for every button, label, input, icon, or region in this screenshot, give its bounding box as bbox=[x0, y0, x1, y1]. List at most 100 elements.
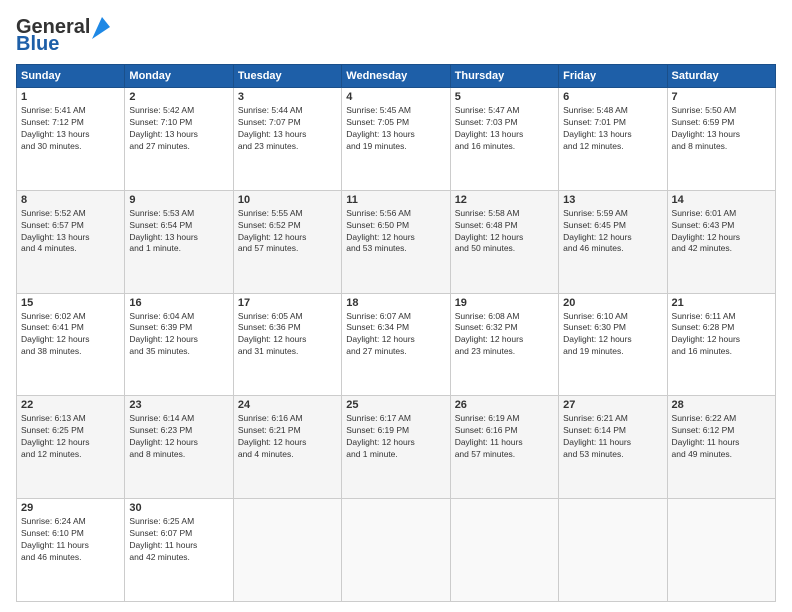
calendar-cell: 30Sunrise: 6:25 AMSunset: 6:07 PMDayligh… bbox=[125, 499, 233, 602]
cell-content: Sunrise: 5:52 AMSunset: 6:57 PMDaylight:… bbox=[21, 208, 120, 256]
cell-content: Sunrise: 5:42 AMSunset: 7:10 PMDaylight:… bbox=[129, 105, 228, 153]
cell-content: Sunrise: 6:21 AMSunset: 6:14 PMDaylight:… bbox=[563, 413, 662, 461]
calendar-table: SundayMondayTuesdayWednesdayThursdayFrid… bbox=[16, 64, 776, 602]
day-number: 11 bbox=[346, 194, 445, 206]
cell-content: Sunrise: 5:50 AMSunset: 6:59 PMDaylight:… bbox=[672, 105, 771, 153]
day-number: 6 bbox=[563, 91, 662, 103]
calendar-cell: 26 Sunrise: 6:19 AMSunset: 6:16 PMDayligh… bbox=[450, 396, 558, 499]
day-number: 13 bbox=[563, 194, 662, 206]
day-number: 23 bbox=[129, 399, 228, 411]
day-of-week-header: Tuesday bbox=[233, 65, 341, 88]
day-number: 22 bbox=[21, 399, 120, 411]
calendar-cell: 13 Sunrise: 5:59 AMSunset: 6:45 PMDayligh… bbox=[559, 190, 667, 293]
day-number: 2 bbox=[129, 91, 228, 103]
cell-content: Sunrise: 6:19 AMSunset: 6:16 PMDaylight:… bbox=[455, 413, 554, 461]
cell-content: Sunrise: 6:11 AMSunset: 6:28 PMDaylight:… bbox=[672, 311, 771, 359]
cell-content: Sunrise: 6:01 AMSunset: 6:43 PMDaylight:… bbox=[672, 208, 771, 256]
day-number: 25 bbox=[346, 399, 445, 411]
calendar-cell: 29 Sunrise: 6:24 AMSunset: 6:10 PMDayligh… bbox=[17, 499, 125, 602]
calendar-page: General Blue SundayMondayTuesdayWednesda… bbox=[0, 0, 792, 612]
calendar-cell bbox=[559, 499, 667, 602]
day-number: 8 bbox=[21, 194, 120, 206]
cell-content: Sunrise: 6:05 AMSunset: 6:36 PMDaylight:… bbox=[238, 311, 337, 359]
cell-content: Sunrise: 6:13 AMSunset: 6:25 PMDaylight:… bbox=[21, 413, 120, 461]
cell-content: Sunrise: 5:59 AMSunset: 6:45 PMDaylight:… bbox=[563, 208, 662, 256]
cell-content: Sunrise: 6:07 AMSunset: 6:34 PMDaylight:… bbox=[346, 311, 445, 359]
calendar-cell: 24Sunrise: 6:16 AMSunset: 6:21 PMDayligh… bbox=[233, 396, 341, 499]
calendar-cell bbox=[450, 499, 558, 602]
calendar-cell bbox=[342, 499, 450, 602]
day-number: 5 bbox=[455, 91, 554, 103]
calendar-week-row: 1 Sunrise: 5:41 AMSunset: 7:12 PMDaylight… bbox=[17, 88, 776, 191]
calendar-cell: 16Sunrise: 6:04 AMSunset: 6:39 PMDayligh… bbox=[125, 293, 233, 396]
cell-content: Sunrise: 5:41 AMSunset: 7:12 PMDaylight:… bbox=[21, 105, 120, 153]
calendar-cell: 7 Sunrise: 5:50 AMSunset: 6:59 PMDaylight… bbox=[667, 88, 775, 191]
cell-content: Sunrise: 6:24 AMSunset: 6:10 PMDaylight:… bbox=[21, 516, 120, 564]
logo-blue-text: Blue bbox=[16, 33, 59, 56]
day-of-week-header: Friday bbox=[559, 65, 667, 88]
calendar-cell: 5Sunrise: 5:47 AMSunset: 7:03 PMDaylight… bbox=[450, 88, 558, 191]
day-number: 29 bbox=[21, 502, 120, 514]
day-number: 20 bbox=[563, 297, 662, 309]
day-of-week-header: Monday bbox=[125, 65, 233, 88]
day-number: 10 bbox=[238, 194, 337, 206]
cell-content: Sunrise: 6:22 AMSunset: 6:12 PMDaylight:… bbox=[672, 413, 771, 461]
cell-content: Sunrise: 5:45 AMSunset: 7:05 PMDaylight:… bbox=[346, 105, 445, 153]
cell-content: Sunrise: 6:04 AMSunset: 6:39 PMDaylight:… bbox=[129, 311, 228, 359]
cell-content: Sunrise: 6:02 AMSunset: 6:41 PMDaylight:… bbox=[21, 311, 120, 359]
calendar-cell: 23 Sunrise: 6:14 AMSunset: 6:23 PMDayligh… bbox=[125, 396, 233, 499]
calendar-cell: 28Sunrise: 6:22 AMSunset: 6:12 PMDayligh… bbox=[667, 396, 775, 499]
calendar-cell: 12Sunrise: 5:58 AMSunset: 6:48 PMDayligh… bbox=[450, 190, 558, 293]
calendar-cell: 11 Sunrise: 5:56 AMSunset: 6:50 PMDayligh… bbox=[342, 190, 450, 293]
day-number: 27 bbox=[563, 399, 662, 411]
calendar-cell: 3 Sunrise: 5:44 AMSunset: 7:07 PMDaylight… bbox=[233, 88, 341, 191]
calendar-cell: 14 Sunrise: 6:01 AMSunset: 6:43 PMDayligh… bbox=[667, 190, 775, 293]
calendar-cell: 21 Sunrise: 6:11 AMSunset: 6:28 PMDayligh… bbox=[667, 293, 775, 396]
day-number: 21 bbox=[672, 297, 771, 309]
cell-content: Sunrise: 5:44 AMSunset: 7:07 PMDaylight:… bbox=[238, 105, 337, 153]
cell-content: Sunrise: 6:08 AMSunset: 6:32 PMDaylight:… bbox=[455, 311, 554, 359]
calendar-header-row: SundayMondayTuesdayWednesdayThursdayFrid… bbox=[17, 65, 776, 88]
day-number: 17 bbox=[238, 297, 337, 309]
cell-content: Sunrise: 5:56 AMSunset: 6:50 PMDaylight:… bbox=[346, 208, 445, 256]
calendar-cell: 6 Sunrise: 5:48 AMSunset: 7:01 PMDaylight… bbox=[559, 88, 667, 191]
day-number: 15 bbox=[21, 297, 120, 309]
cell-content: Sunrise: 5:53 AMSunset: 6:54 PMDaylight:… bbox=[129, 208, 228, 256]
calendar-cell: 20 Sunrise: 6:10 AMSunset: 6:30 PMDayligh… bbox=[559, 293, 667, 396]
calendar-week-row: 22 Sunrise: 6:13 AMSunset: 6:25 PMDayligh… bbox=[17, 396, 776, 499]
calendar-week-row: 15 Sunrise: 6:02 AMSunset: 6:41 PMDayligh… bbox=[17, 293, 776, 396]
header: General Blue bbox=[16, 16, 776, 56]
day-number: 26 bbox=[455, 399, 554, 411]
calendar-cell bbox=[233, 499, 341, 602]
cell-content: Sunrise: 6:10 AMSunset: 6:30 PMDaylight:… bbox=[563, 311, 662, 359]
calendar-cell: 19 Sunrise: 6:08 AMSunset: 6:32 PMDayligh… bbox=[450, 293, 558, 396]
cell-content: Sunrise: 5:55 AMSunset: 6:52 PMDaylight:… bbox=[238, 208, 337, 256]
day-of-week-header: Saturday bbox=[667, 65, 775, 88]
cell-content: Sunrise: 6:25 AMSunset: 6:07 PMDaylight:… bbox=[129, 516, 228, 564]
cell-content: Sunrise: 5:48 AMSunset: 7:01 PMDaylight:… bbox=[563, 105, 662, 153]
day-number: 1 bbox=[21, 91, 120, 103]
calendar-week-row: 29 Sunrise: 6:24 AMSunset: 6:10 PMDayligh… bbox=[17, 499, 776, 602]
cell-content: Sunrise: 6:14 AMSunset: 6:23 PMDaylight:… bbox=[129, 413, 228, 461]
day-number: 4 bbox=[346, 91, 445, 103]
day-number: 9 bbox=[129, 194, 228, 206]
calendar-cell: 27 Sunrise: 6:21 AMSunset: 6:14 PMDayligh… bbox=[559, 396, 667, 499]
cell-content: Sunrise: 6:17 AMSunset: 6:19 PMDaylight:… bbox=[346, 413, 445, 461]
day-number: 18 bbox=[346, 297, 445, 309]
calendar-cell: 18 Sunrise: 6:07 AMSunset: 6:34 PMDayligh… bbox=[342, 293, 450, 396]
day-of-week-header: Sunday bbox=[17, 65, 125, 88]
day-number: 7 bbox=[672, 91, 771, 103]
day-number: 3 bbox=[238, 91, 337, 103]
day-number: 19 bbox=[455, 297, 554, 309]
calendar-cell: 15 Sunrise: 6:02 AMSunset: 6:41 PMDayligh… bbox=[17, 293, 125, 396]
calendar-cell: 22 Sunrise: 6:13 AMSunset: 6:25 PMDayligh… bbox=[17, 396, 125, 499]
day-of-week-header: Wednesday bbox=[342, 65, 450, 88]
day-number: 14 bbox=[672, 194, 771, 206]
logo-bird-icon bbox=[92, 17, 110, 39]
calendar-cell: 1 Sunrise: 5:41 AMSunset: 7:12 PMDaylight… bbox=[17, 88, 125, 191]
cell-content: Sunrise: 5:58 AMSunset: 6:48 PMDaylight:… bbox=[455, 208, 554, 256]
calendar-cell bbox=[667, 499, 775, 602]
calendar-cell: 10 Sunrise: 5:55 AMSunset: 6:52 PMDayligh… bbox=[233, 190, 341, 293]
calendar-week-row: 8 Sunrise: 5:52 AMSunset: 6:57 PMDaylight… bbox=[17, 190, 776, 293]
calendar-cell: 17 Sunrise: 6:05 AMSunset: 6:36 PMDayligh… bbox=[233, 293, 341, 396]
